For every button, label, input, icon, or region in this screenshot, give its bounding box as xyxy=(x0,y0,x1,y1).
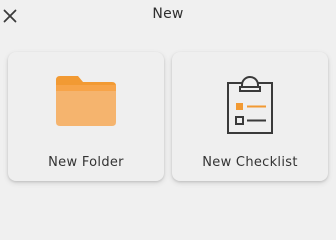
new-checklist-label: New Checklist xyxy=(202,155,298,170)
new-folder-card[interactable]: New Folder xyxy=(8,52,164,181)
dialog-header: New xyxy=(0,0,336,34)
dialog-title: New xyxy=(152,6,184,22)
new-folder-label: New Folder xyxy=(48,155,124,170)
folder-icon xyxy=(56,76,116,126)
checklist-clipboard-icon xyxy=(227,76,273,134)
new-checklist-card[interactable]: New Checklist xyxy=(172,52,328,181)
